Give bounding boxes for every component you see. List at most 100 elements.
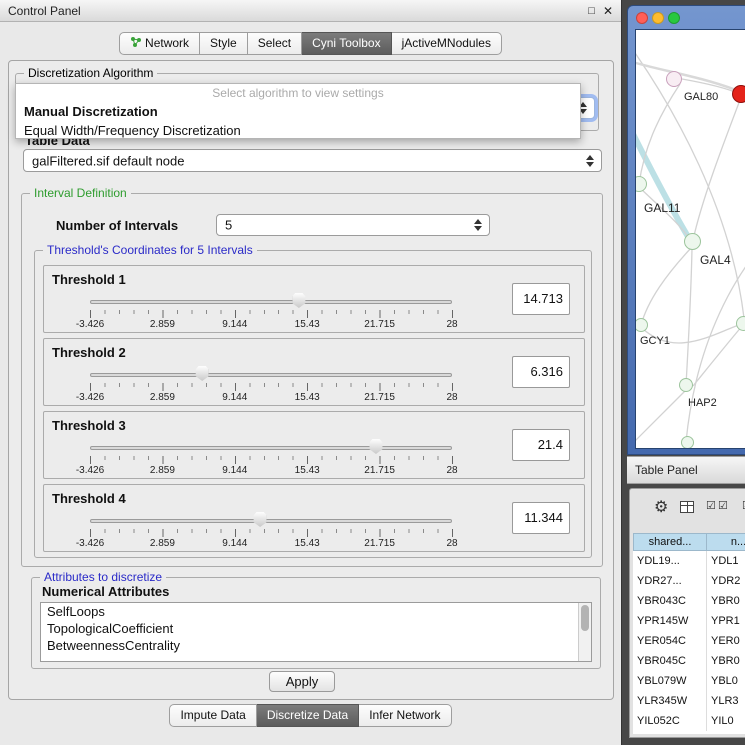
table-cell[interactable]: YPR1 — [707, 611, 745, 631]
slider-thumb[interactable] — [369, 439, 382, 454]
table-cell[interactable]: YLR3 — [707, 691, 745, 711]
table-cell[interactable]: YIL0 — [707, 711, 745, 731]
threshold-3-value-field[interactable]: 21.4 — [512, 429, 570, 461]
tab-impute-data[interactable]: Impute Data — [169, 704, 256, 727]
threshold-3-slider[interactable]: -3.426 2.859 9.144 15.43 21.715 28 — [90, 436, 452, 476]
tab-cyni-toolbox[interactable]: Cyni Toolbox — [302, 32, 391, 55]
list-item[interactable]: SelfLoops — [41, 603, 591, 620]
table-row[interactable]: YPR145WYPR1 — [633, 611, 745, 631]
table-cell[interactable]: YDR2 — [707, 571, 745, 591]
scale-label: 21.715 — [364, 465, 395, 476]
interval-definition-group: Interval Definition Number of Intervals … — [21, 193, 603, 567]
table-cell[interactable]: YDL19... — [633, 551, 707, 571]
threshold-2-value-field[interactable]: 6.316 — [512, 356, 570, 388]
table-row[interactable]: YDL19...YDL1 — [633, 551, 745, 571]
threshold-1-slider[interactable]: -3.426 2.859 9.144 15.43 21.715 28 — [90, 290, 452, 330]
scrollbar-thumb[interactable] — [581, 605, 589, 631]
column-header-name[interactable]: n... — [707, 533, 745, 551]
close-icon[interactable]: ✕ — [603, 4, 613, 18]
network-canvas[interactable]: GAL80 GAL11 GAL4 GCY1 HAP2 — [635, 29, 745, 449]
threshold-4-value-field[interactable]: 11.344 — [512, 502, 570, 534]
apply-button[interactable]: Apply — [269, 671, 335, 692]
list-item[interactable]: TopologicalCoefficient — [41, 620, 591, 637]
tab-label: Impute Data — [180, 708, 245, 722]
table-cell[interactable]: YBR0 — [707, 591, 745, 611]
table-row[interactable]: YBR043CYBR0 — [633, 591, 745, 611]
tab-infer-network[interactable]: Infer Network — [359, 704, 451, 727]
threshold-2-slider[interactable]: -3.426 2.859 9.144 15.43 21.715 28 — [90, 363, 452, 403]
tab-select[interactable]: Select — [248, 32, 302, 55]
slider-ticks — [90, 456, 453, 464]
network-node[interactable] — [679, 378, 693, 392]
algorithm-dropdown-popup: Select algorithm to view settings Manual… — [15, 83, 581, 139]
slider-thumb[interactable] — [254, 512, 267, 527]
table-cell[interactable]: YPR145W — [633, 611, 707, 631]
threshold-2-box: Threshold 2 -3.426 2.859 9.144 15.43 21.… — [43, 338, 585, 406]
tab-style[interactable]: Style — [200, 32, 248, 55]
minimize-traffic-light-icon[interactable] — [652, 12, 664, 24]
table-row[interactable]: YIL052CYIL0 — [633, 711, 745, 731]
checkbox-icon[interactable]: ☑ — [718, 499, 728, 512]
table-cell[interactable]: YDR27... — [633, 571, 707, 591]
scale-label: 2.859 — [150, 538, 175, 549]
table-row[interactable]: YLR345WYLR3 — [633, 691, 745, 711]
network-node[interactable] — [681, 436, 694, 449]
cyni-toolbox-panel: Discretization Algorithm Select algorith… — [8, 60, 614, 700]
scale-label: 9.144 — [222, 465, 247, 476]
table-cell[interactable]: YIL052C — [633, 711, 707, 731]
zoom-traffic-light-icon[interactable] — [668, 12, 680, 24]
scale-label: -3.426 — [76, 465, 104, 476]
table-row[interactable]: YBR045CYBR0 — [633, 651, 745, 671]
tab-discretize-data[interactable]: Discretize Data — [257, 704, 359, 727]
slider-thumb[interactable] — [292, 293, 305, 308]
table-cell[interactable]: YBR043C — [633, 591, 707, 611]
table-cell[interactable]: YBL079W — [633, 671, 707, 691]
table-cell[interactable]: YBR0 — [707, 651, 745, 671]
checkbox-icon[interactable]: ☑ — [706, 499, 716, 512]
scale-label: -3.426 — [76, 319, 104, 330]
float-window-icon[interactable]: □ — [588, 5, 595, 17]
close-traffic-light-icon[interactable] — [636, 12, 648, 24]
column-header-shared-name[interactable]: shared... — [633, 533, 707, 551]
gear-icon[interactable]: ⚙ — [654, 497, 668, 517]
tab-network[interactable]: Network — [119, 32, 200, 55]
table-cell[interactable]: YLR345W — [633, 691, 707, 711]
network-node-highlighted[interactable] — [732, 85, 745, 103]
table-cell[interactable]: YER0 — [707, 631, 745, 651]
threshold-1-value-field[interactable]: 14.713 — [512, 283, 570, 315]
scale-label: 28 — [446, 392, 457, 403]
table-data-combobox[interactable]: galFiltered.sif default node — [23, 149, 602, 172]
scale-label: 21.715 — [364, 392, 395, 403]
list-item[interactable]: BetweennessCentrality — [41, 637, 591, 654]
table-row[interactable]: YBL079WYBL0 — [633, 671, 745, 691]
table-row[interactable]: YER054CYER0 — [633, 631, 745, 651]
slider-thumb[interactable] — [196, 366, 209, 381]
network-node[interactable] — [684, 233, 701, 250]
list-scrollbar[interactable] — [578, 603, 591, 661]
dropdown-item-manual-discretization[interactable]: Manual Discretization — [16, 102, 580, 121]
network-node[interactable] — [736, 316, 745, 331]
number-of-intervals-spinner[interactable]: 5 — [216, 214, 490, 236]
table-cell[interactable]: YDL1 — [707, 551, 745, 571]
table-cell[interactable]: YBL0 — [707, 671, 745, 691]
numerical-attributes-label: Numerical Attributes — [42, 584, 169, 599]
scale-label: 9.144 — [222, 319, 247, 330]
threshold-1-box: Threshold 1 -3.426 2.859 9.144 15.43 21.… — [43, 265, 585, 333]
node-label: GAL11 — [644, 201, 680, 215]
tab-jactivemnodules[interactable]: jActiveMNodules — [392, 32, 502, 55]
scale-label: -3.426 — [76, 538, 104, 549]
slider-track[interactable] — [90, 300, 452, 304]
slider-track[interactable] — [90, 373, 452, 377]
columns-icon[interactable] — [680, 501, 694, 513]
table-row[interactable]: YDR27...YDR2 — [633, 571, 745, 591]
threshold-4-slider[interactable]: -3.426 2.859 9.144 15.43 21.715 28 — [90, 509, 452, 549]
slider-track[interactable] — [90, 446, 452, 450]
dropdown-item-equal-width[interactable]: Equal Width/Frequency Discretization — [16, 121, 580, 140]
table-data-value: galFiltered.sif default node — [32, 153, 184, 168]
network-node[interactable] — [666, 71, 682, 87]
table-panel-title: Table Panel — [635, 463, 698, 477]
table-cell[interactable]: YBR045C — [633, 651, 707, 671]
table-cell[interactable]: YER054C — [633, 631, 707, 651]
slider-track[interactable] — [90, 519, 452, 523]
top-tab-bar: Network Style Select Cyni Toolbox jActiv… — [0, 32, 621, 55]
